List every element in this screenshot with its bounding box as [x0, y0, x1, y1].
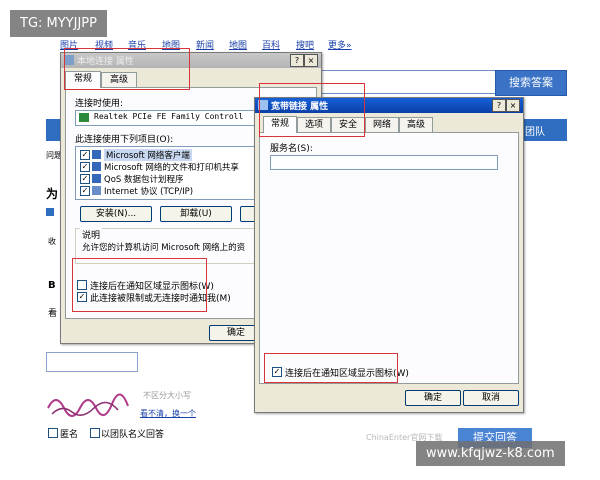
component-checkbox[interactable]: ✓	[80, 150, 90, 160]
cancel-button[interactable]: 取消	[463, 390, 519, 406]
captcha-refresh-link[interactable]: 看不清，换一个	[140, 408, 196, 419]
anonymous-checkbox[interactable]	[48, 428, 58, 438]
nav-link-tieba[interactable]: 搜吧	[296, 38, 314, 51]
component-label: QoS 数据包计划程序	[104, 175, 184, 185]
highlight-box-notify-options	[72, 258, 207, 312]
protocol-icon	[92, 186, 101, 195]
nav-link-baike[interactable]: 百科	[262, 38, 280, 51]
b-fragment: B	[48, 280, 56, 291]
tab-advanced[interactable]: 高级	[399, 117, 433, 132]
team-anonymous-label: 以团队名义回答	[101, 430, 165, 440]
nav-link-news[interactable]: 新闻	[196, 38, 214, 51]
close-button[interactable]: ×	[506, 99, 520, 112]
close-button[interactable]: ×	[304, 54, 318, 67]
look-fragment: 看	[48, 309, 58, 319]
connect-using-label: 连接时使用:	[75, 99, 124, 109]
tab-general[interactable]: 常规	[263, 116, 297, 133]
description-text: 允许您的计算机访问 Microsoft 网络上的资	[82, 243, 246, 253]
banner-right-text: 团队	[525, 127, 545, 138]
ok-button[interactable]: 确定	[405, 390, 461, 406]
description-heading: 说明	[80, 228, 103, 241]
title-fragment: 为	[46, 187, 59, 201]
install-button[interactable]: 安装(N)...	[80, 206, 152, 222]
help-button[interactable]: ?	[290, 54, 304, 67]
component-label: Microsoft 网络的文件和打印机共享	[104, 163, 239, 173]
component-label: Microsoft 网络客户端	[104, 149, 192, 161]
client-icon	[92, 150, 101, 159]
component-checkbox[interactable]: ✓	[80, 186, 90, 196]
nav-link-more[interactable]: 更多»	[328, 38, 352, 51]
adapter-icon	[79, 113, 89, 122]
watermark-url: www.kfqjwz-k8.com	[416, 441, 565, 466]
highlight-box-show-icon	[264, 353, 398, 383]
tab-networking[interactable]: 网络	[365, 117, 399, 132]
anonymous-label: 匿名	[60, 430, 79, 440]
qos-icon	[92, 174, 101, 183]
bullet-icon	[46, 208, 54, 216]
service-name-label: 服务名(S):	[270, 144, 313, 154]
captcha-image	[46, 386, 134, 422]
component-label: Internet 协议 (TCP/IP)	[104, 187, 194, 197]
component-checkbox[interactable]: ✓	[80, 174, 90, 184]
adapter-name: Realtek PCIe FE Family Controll	[94, 112, 244, 121]
service-name-input[interactable]	[270, 155, 498, 170]
captcha-hint: 不区分大小写	[143, 391, 191, 400]
adapter-field: Realtek PCIe FE Family Controll	[75, 110, 257, 126]
components-label: 此连接使用下列项目(O):	[75, 135, 174, 145]
search-answer-button[interactable]: 搜索答案	[495, 70, 567, 96]
captcha-input[interactable]	[46, 352, 138, 372]
share-icon	[92, 162, 101, 171]
nav-link-map-2[interactable]: 地图	[229, 38, 247, 51]
team-anonymous-checkbox[interactable]	[90, 428, 100, 438]
tab-general[interactable]: 常规	[65, 71, 101, 88]
help-button[interactable]: ?	[492, 99, 506, 112]
component-checkbox[interactable]: ✓	[80, 162, 90, 172]
collect-fragment: 收	[48, 237, 56, 246]
uninstall-button[interactable]: 卸载(U)	[160, 206, 232, 222]
general-panel: 服务名(S): ✓ 连接后在通知区域显示图标(W)	[259, 132, 519, 384]
watermark-tg: TG: MYYJJPP	[10, 10, 107, 37]
